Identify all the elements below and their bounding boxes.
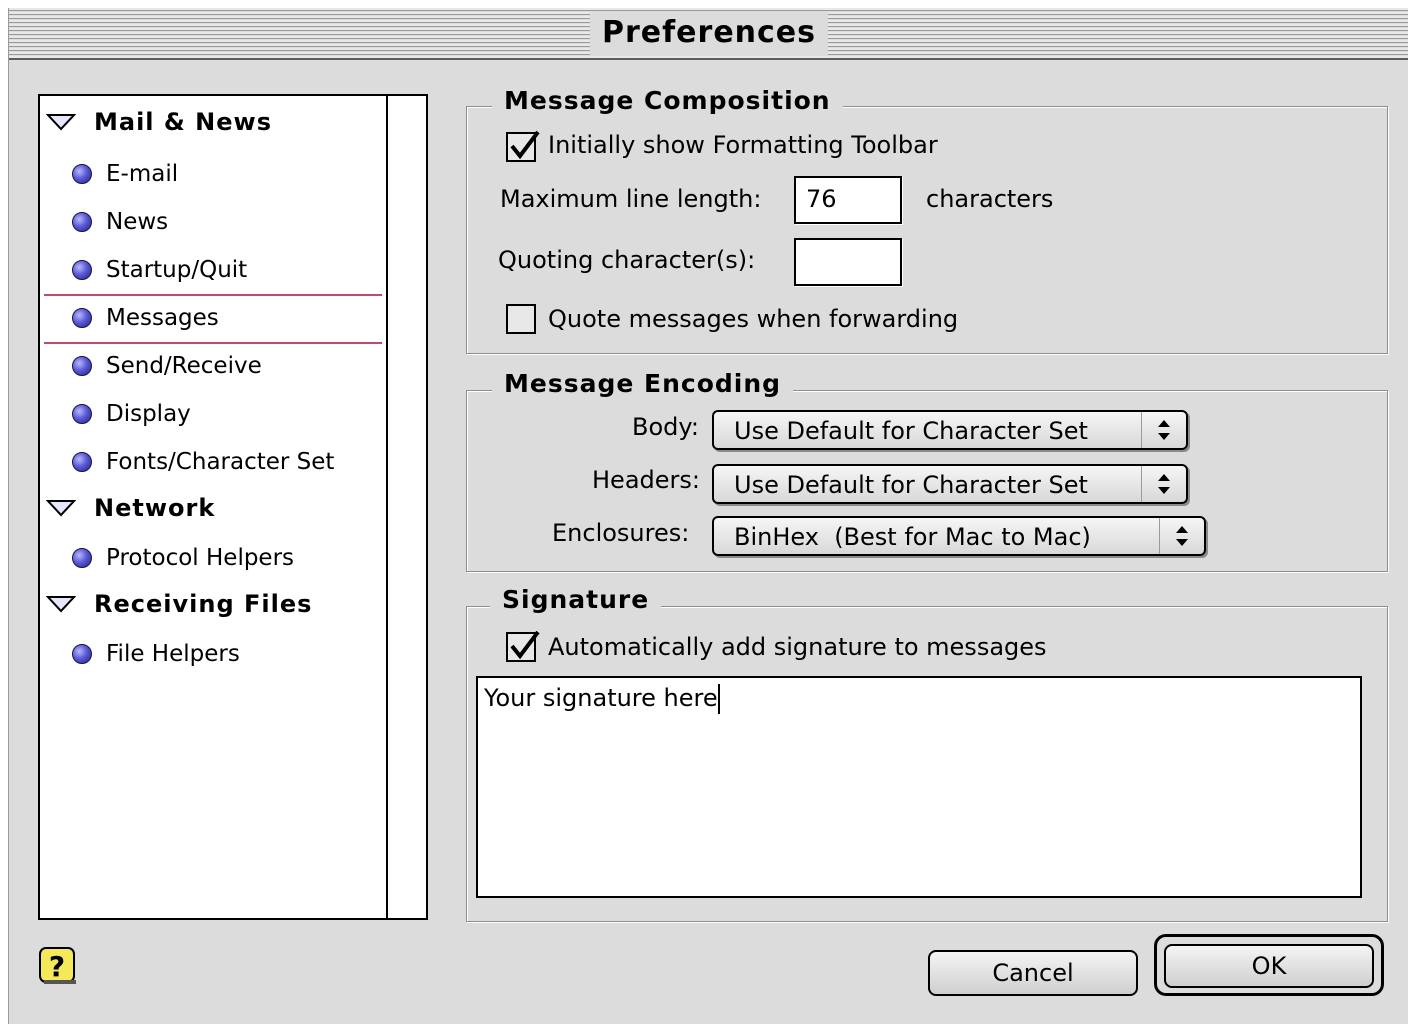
- blue-bullet-icon: [72, 212, 92, 232]
- sidebar-item-send-receive[interactable]: Send/Receive: [40, 346, 262, 386]
- max-line-label: Maximum line length:: [500, 185, 762, 213]
- text-caret: [717, 684, 720, 714]
- select-value: Use Default for Character Set: [734, 417, 1088, 445]
- group-mail-news[interactable]: Mail & News: [40, 102, 272, 142]
- select-value: Use Default for Character Set: [734, 471, 1088, 499]
- sidebar-item-protocol-helpers[interactable]: Protocol Helpers: [40, 538, 294, 578]
- blue-bullet-icon: [72, 260, 92, 280]
- sidebar-item-label: News: [106, 209, 169, 235]
- sidebar-item-email[interactable]: E-mail: [40, 154, 178, 194]
- sidebar-item-label: Protocol Helpers: [106, 545, 295, 571]
- group-label: Receiving Files: [94, 590, 313, 618]
- category-list[interactable]: Mail & News E-mail News Startup/Quit Mes…: [38, 94, 428, 920]
- signature-textarea[interactable]: Your signature here: [476, 676, 1362, 898]
- enclosures-label: Enclosures:: [552, 519, 690, 547]
- sidebar-item-label: Messages: [106, 305, 219, 331]
- updown-arrows-icon: [1159, 518, 1188, 554]
- sidebar-item-messages[interactable]: Messages: [40, 298, 219, 338]
- sidebar-item-label: Fonts/Character Set: [106, 449, 335, 475]
- cancel-button[interactable]: Cancel: [928, 950, 1138, 996]
- blue-bullet-icon: [72, 356, 92, 376]
- blue-bullet-icon: [72, 404, 92, 424]
- quote-forward-checkbox[interactable]: [506, 304, 536, 334]
- sidebar-item-label: Send/Receive: [106, 353, 262, 379]
- quoting-label: Quoting character(s):: [498, 246, 756, 274]
- svg-text:?: ?: [49, 950, 65, 983]
- updown-arrows-icon: [1141, 466, 1170, 502]
- disclosure-triangle-icon[interactable]: [46, 112, 76, 132]
- body-encoding-select[interactable]: Use Default for Character Set: [712, 410, 1188, 450]
- select-value: BinHex (Best for Mac to Mac): [734, 523, 1091, 551]
- signature-text: Your signature here: [484, 684, 718, 712]
- ok-button[interactable]: OK: [1164, 944, 1374, 988]
- checkmark-icon: [510, 630, 540, 660]
- updown-arrows-icon: [1141, 412, 1170, 448]
- checkmark-icon: [510, 130, 540, 160]
- sidebar-item-label: File Helpers: [106, 641, 240, 667]
- auto-signature-label: Automatically add signature to messages: [548, 633, 1047, 661]
- quote-forward-label: Quote messages when forwarding: [548, 305, 959, 333]
- signature-title: Signature: [490, 585, 662, 615]
- max-line-unit: characters: [926, 185, 1054, 213]
- max-line-length-input[interactable]: 76: [794, 176, 902, 224]
- headers-encoding-select[interactable]: Use Default for Character Set: [712, 464, 1188, 504]
- title-bar[interactable]: Preferences: [9, 8, 1408, 60]
- group-label: Network: [94, 494, 216, 522]
- sidebar-item-label: E-mail: [106, 161, 179, 187]
- blue-bullet-icon: [72, 548, 92, 568]
- encoding-title: Message Encoding: [492, 369, 794, 399]
- blue-bullet-icon: [72, 164, 92, 184]
- group-receiving-files[interactable]: Receiving Files: [40, 584, 312, 624]
- help-question-icon[interactable]: ?: [38, 946, 78, 986]
- disclosure-triangle-icon[interactable]: [46, 498, 76, 518]
- group-label: Mail & News: [94, 108, 272, 136]
- quoting-character-input[interactable]: [794, 238, 902, 286]
- selection-bottom-border: [44, 342, 382, 344]
- scrollbar-track[interactable]: [386, 96, 388, 918]
- blue-bullet-icon: [72, 452, 92, 472]
- group-network[interactable]: Network: [40, 488, 215, 528]
- body-label: Body:: [632, 413, 699, 441]
- headers-label: Headers:: [592, 466, 700, 494]
- sidebar-item-startup-quit[interactable]: Startup/Quit: [40, 250, 247, 290]
- sidebar-item-label: Display: [106, 401, 191, 427]
- composition-title: Message Composition: [492, 86, 843, 116]
- sidebar-item-label: Startup/Quit: [106, 257, 248, 283]
- formatting-toolbar-label: Initially show Formatting Toolbar: [548, 131, 938, 159]
- auto-signature-checkbox[interactable]: [506, 630, 540, 662]
- sidebar-item-news[interactable]: News: [40, 202, 168, 242]
- sidebar-item-display[interactable]: Display: [40, 394, 191, 434]
- sidebar-item-fonts[interactable]: Fonts/Character Set: [40, 442, 334, 482]
- window-title: Preferences: [589, 11, 829, 55]
- blue-bullet-icon: [72, 308, 92, 328]
- selection-top-border: [44, 294, 382, 296]
- enclosures-encoding-select[interactable]: BinHex (Best for Mac to Mac): [712, 516, 1206, 556]
- sidebar-item-file-helpers[interactable]: File Helpers: [40, 634, 240, 674]
- formatting-toolbar-checkbox[interactable]: [506, 130, 540, 162]
- disclosure-triangle-icon[interactable]: [46, 594, 76, 614]
- blue-bullet-icon: [72, 644, 92, 664]
